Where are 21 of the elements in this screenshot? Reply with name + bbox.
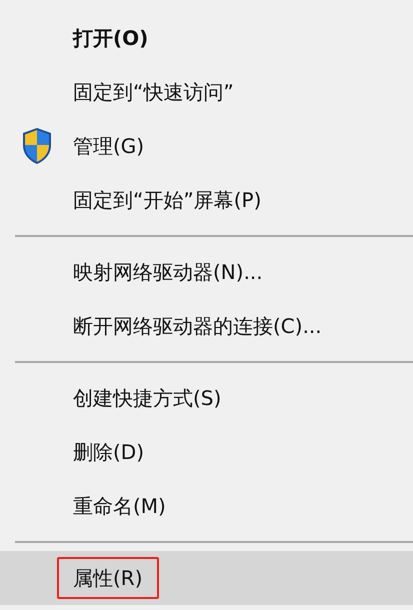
menu-item[interactable]: 属性(R) xyxy=(0,551,413,605)
menu-item-label: 管理(G) xyxy=(73,133,144,160)
menu-item-label: 断开网络驱动器的连接(C)... xyxy=(73,313,322,340)
menu-item[interactable]: 断开网络驱动器的连接(C)... xyxy=(0,299,413,353)
menu-item[interactable]: 删除(D) xyxy=(0,425,413,479)
menu-item-label: 属性(R) xyxy=(57,557,159,599)
menu-item[interactable]: 映射网络驱动器(N)... xyxy=(0,245,413,299)
menu-item[interactable]: 打开(O) xyxy=(0,11,413,65)
menu-item-label: 固定到“快速访问” xyxy=(73,79,234,106)
menu-item-label: 创建快捷方式(S) xyxy=(73,385,222,412)
menu-item-label: 重命名(M) xyxy=(73,493,166,520)
shield-icon xyxy=(22,127,52,165)
menu-item[interactable]: 固定到“开始”屏幕(P) xyxy=(0,173,413,227)
menu-item-label: 打开(O) xyxy=(73,25,148,52)
menu-item-label: 固定到“开始”屏幕(P) xyxy=(73,187,262,214)
menu-item[interactable]: 固定到“快速访问” xyxy=(0,65,413,119)
menu-item[interactable]: 创建快捷方式(S) xyxy=(0,371,413,425)
menu-item-label: 删除(D) xyxy=(73,439,144,466)
menu-item[interactable]: 重命名(M) xyxy=(0,479,413,533)
menu-item-label: 映射网络驱动器(N)... xyxy=(73,259,263,286)
menu-item[interactable]: 管理(G) xyxy=(0,119,413,173)
